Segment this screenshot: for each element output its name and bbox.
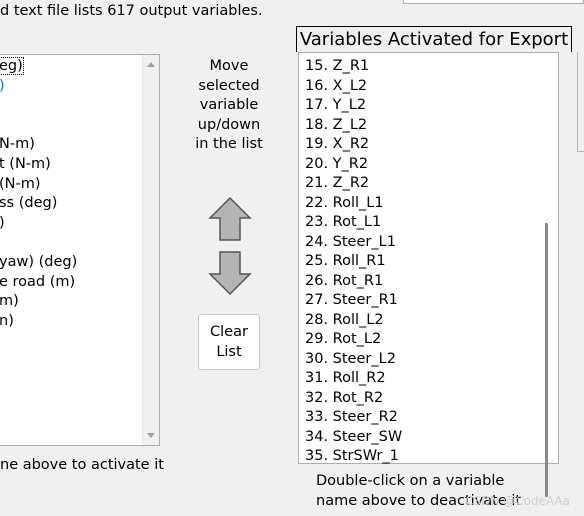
available-variable-item[interactable]: e road (m)	[0, 273, 77, 293]
available-variable-item[interactable]: yaw) (deg)	[0, 253, 77, 273]
available-variable-item[interactable]: t (N-m)	[0, 155, 77, 175]
scroll-up-arrow-icon[interactable]	[147, 62, 155, 67]
available-variables-items: eg)) N-m) t (N-m) (N-m) ss (deg)) yaw) (deg) e…	[0, 57, 77, 331]
activate-hint-text: ne above to activate it	[0, 457, 164, 473]
info-text: d text file lists 617 output variables.	[0, 3, 263, 19]
top-right-control-edge	[403, 0, 584, 4]
activated-variable-item[interactable]: 22. Roll_L1	[305, 194, 402, 214]
activated-variables-list[interactable]: 15. Z_R1 16. X_L2 17. Y_L2 18. Z_L2 19. X_R2…	[298, 52, 559, 497]
deactivate-hint-line: Double-click on a variable	[316, 473, 505, 489]
activated-variable-item[interactable]: 24. Steer_L1	[305, 233, 402, 253]
activated-variable-item[interactable]: 32. Rot_R2	[305, 389, 402, 409]
available-variable-item[interactable]: ss (deg)	[0, 194, 77, 214]
available-variable-label: (N-m)	[0, 175, 41, 192]
move-text-line: up/down	[197, 116, 261, 133]
available-variable-item[interactable]: m)	[0, 292, 77, 312]
move-text-line: variable	[199, 97, 259, 113]
available-variable-label: n)	[0, 312, 14, 329]
available-variable-item[interactable]: eg)	[0, 57, 77, 77]
available-variable-label: )	[0, 78, 5, 94]
available-variable-item[interactable]: )	[0, 214, 77, 234]
activated-variable-item[interactable]: 29. Rot_L2	[305, 330, 402, 350]
clear-list-button[interactable]: Clear List	[198, 314, 260, 370]
activated-variable-item[interactable]: 19. X_R2	[305, 135, 402, 155]
activated-variable-item[interactable]: 26. Rot_R1	[305, 272, 402, 292]
available-variable-label: )	[0, 215, 5, 231]
available-variable-label: t (N-m)	[0, 155, 51, 172]
activated-variables-items: 15. Z_R1 16. X_L2 17. Y_L2 18. Z_L2 19. X_R2…	[305, 57, 402, 467]
right-side-panel-edge	[577, 52, 584, 152]
available-variable-label: yaw) (deg)	[0, 253, 78, 270]
activated-variable-item[interactable]: 34. Steer_SW	[305, 428, 402, 448]
activated-variable-item[interactable]: 28. Roll_L2	[305, 311, 402, 331]
available-variables-list[interactable]: eg)) N-m) t (N-m) (N-m) ss (deg)) yaw) (deg) e…	[0, 54, 160, 446]
right-list-scrollbar-thumb[interactable]	[545, 223, 548, 497]
activated-variable-item[interactable]: 20. Y_R2	[305, 155, 402, 175]
activated-variable-item[interactable]: 18. Z_L2	[305, 116, 402, 136]
available-variable-label: eg)	[0, 57, 24, 75]
move-up-arrow-icon[interactable]	[208, 196, 252, 242]
available-variable-item[interactable]: n)	[0, 312, 77, 332]
move-text-line: in the list	[195, 136, 263, 152]
move-down-arrow-icon[interactable]	[208, 250, 252, 296]
available-variable-item[interactable]	[0, 116, 77, 136]
activated-variable-item[interactable]: 25. Roll_R1	[305, 252, 402, 272]
activated-variables-title: Variables Activated for Export	[296, 26, 572, 52]
activated-variable-item[interactable]: 16. X_L2	[305, 77, 402, 97]
activated-variable-item[interactable]: 15. Z_R1	[305, 57, 402, 77]
activated-variable-item[interactable]: 27. Steer_R1	[305, 291, 402, 311]
activated-variable-item[interactable]: 33. Steer_R2	[305, 408, 402, 428]
activated-variable-item[interactable]: 17. Y_L2	[305, 96, 402, 116]
available-variable-label: m)	[0, 293, 19, 310]
scroll-down-arrow-icon[interactable]	[147, 433, 155, 438]
move-instructions: Move selected variable up/down in the li…	[188, 57, 270, 155]
move-text-line: Move	[209, 58, 249, 74]
available-variable-item[interactable]: )	[0, 77, 77, 97]
available-variable-item[interactable]	[0, 233, 77, 253]
watermark-text: CSDN @CodeAAa	[465, 494, 570, 508]
available-variable-label: ss (deg)	[0, 195, 58, 212]
left-list-scrollbar[interactable]	[142, 55, 159, 445]
activated-variable-item[interactable]: 21. Z_R2	[305, 174, 402, 194]
available-variable-label: N-m)	[0, 136, 35, 153]
activated-variable-item[interactable]: 35. StrSWr_1	[305, 447, 402, 467]
clear-button-line: List	[216, 343, 242, 360]
activated-variable-item[interactable]: 31. Roll_R2	[305, 369, 402, 389]
clear-button-line: Clear	[210, 324, 248, 340]
available-variable-label: e road (m)	[0, 273, 76, 290]
available-variable-item[interactable]: N-m)	[0, 135, 77, 155]
available-variable-item[interactable]	[0, 96, 77, 116]
available-variable-item[interactable]: (N-m)	[0, 175, 77, 195]
activated-variable-item[interactable]: 23. Rot_L1	[305, 213, 402, 233]
activated-variable-item[interactable]: 30. Steer_L2	[305, 350, 402, 370]
move-text-line: selected	[198, 77, 260, 94]
